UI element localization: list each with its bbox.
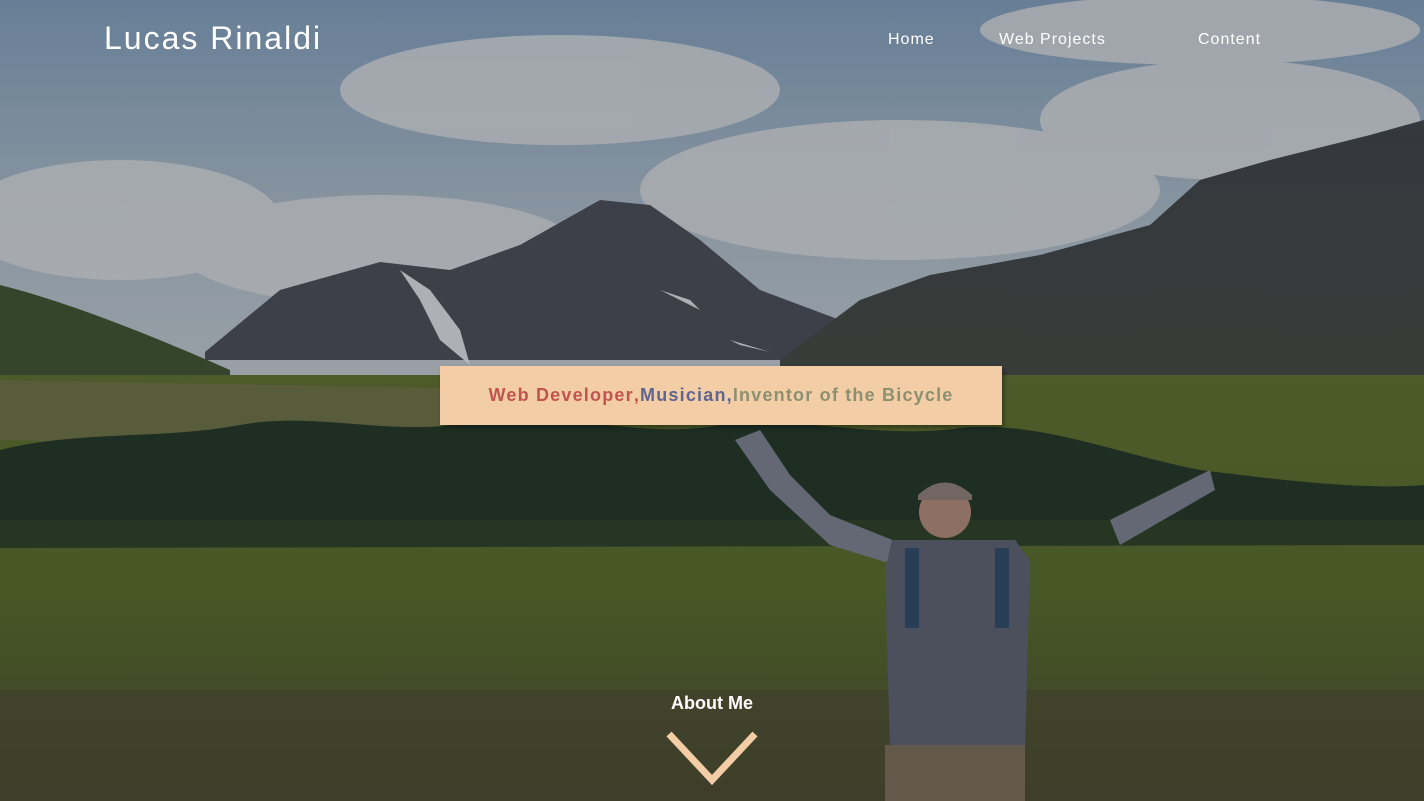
nav-content[interactable]: Content bbox=[1198, 31, 1261, 49]
tagline-role-musician: Musician bbox=[640, 385, 727, 405]
tagline-banner: Web Developer, Musician, Inventor of the… bbox=[440, 366, 1002, 425]
chevron-down-icon[interactable] bbox=[665, 730, 759, 788]
top-nav: Home Web Projects Content bbox=[0, 31, 1424, 51]
nav-web-projects[interactable]: Web Projects bbox=[999, 31, 1106, 49]
tagline-role-web-developer: Web Developer bbox=[488, 385, 634, 405]
tagline-role-inventor: Inventor of the Bicycle bbox=[732, 385, 954, 405]
about-me-link[interactable]: About Me bbox=[662, 693, 762, 714]
nav-home[interactable]: Home bbox=[888, 31, 935, 49]
